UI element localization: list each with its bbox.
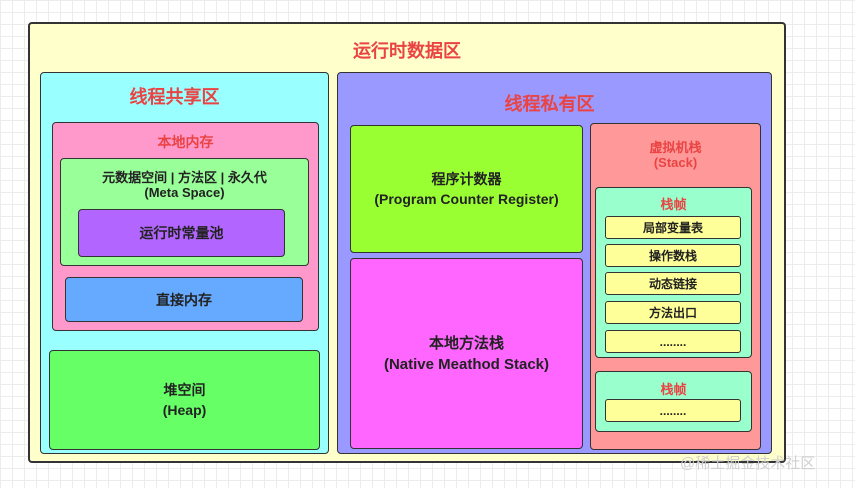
thread-shared-title: 线程共享区 [129, 87, 220, 107]
runtime-data-area-title: 运行时数据区 [353, 41, 461, 61]
frame-item-dynamic-linking: 动态链接 [605, 272, 741, 295]
frame-item-local-variables: 局部变量表 [605, 216, 741, 239]
pc-register-box: 程序计数器 (Program Counter Register) [350, 125, 583, 253]
pc-register-label-en: (Program Counter Register) [374, 191, 559, 207]
stack-frame-title: 栈帧 [660, 197, 687, 212]
native-method-stack-label: 本地方法栈 [428, 334, 504, 352]
metaspace-label: 元数据空间 | 方法区 | 永久代 [102, 170, 267, 185]
heap-box: 堆空间 (Heap) [49, 350, 320, 450]
vm-stack-title: 虚拟机栈 [649, 140, 702, 155]
constant-pool-box: 运行时常量池 [78, 209, 285, 257]
vm-stack-title-en: (Stack) [653, 155, 698, 170]
native-method-stack-box: 本地方法栈 (Native Meathod Stack) [350, 258, 583, 449]
stack-frame-title: 栈帧 [660, 382, 687, 397]
frame-item-ellipsis: ........ [605, 399, 741, 422]
frame-item-ellipsis: ........ [605, 330, 741, 353]
direct-memory-label: 直接内存 [156, 291, 212, 308]
pc-register-label: 程序计数器 [431, 171, 502, 187]
thread-private-title: 线程私有区 [504, 94, 595, 114]
watermark: @稀土掘金技术社区 [680, 455, 816, 472]
native-memory-title: 本地内存 [157, 134, 214, 150]
direct-memory-box: 直接内存 [65, 277, 303, 322]
frame-item-return-address: 方法出口 [605, 301, 741, 324]
constant-pool-label: 运行时常量池 [139, 225, 224, 241]
heap-label-en: (Heap) [162, 402, 207, 418]
native-method-stack-label-en: (Native Meathod Stack) [383, 355, 550, 373]
heap-label: 堆空间 [163, 382, 206, 398]
metaspace-label-en: (Meta Space) [144, 185, 225, 200]
frame-item-operand-stack: 操作数栈 [605, 244, 741, 267]
